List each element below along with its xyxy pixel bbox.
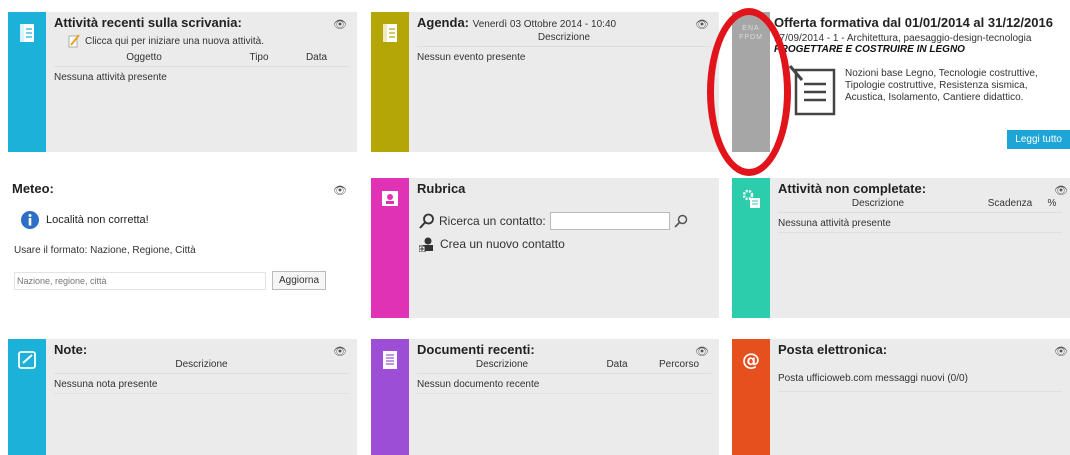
empty-message: Nessuna nota presente	[54, 379, 158, 390]
agenda-title: Agenda:	[417, 15, 469, 30]
column-header-data: Data	[305, 52, 328, 63]
note-icon	[18, 351, 36, 369]
widget-incomplete-activities: Attività non completate: 👁 Descrizione S…	[732, 178, 1070, 318]
widget-color-strip	[371, 339, 409, 455]
new-contact-label: Crea un nuovo contatto	[440, 237, 565, 251]
widget-color-strip	[8, 339, 46, 455]
widget-title: Rubrica	[417, 181, 466, 196]
empty-message: Nessun documento recente	[417, 379, 540, 390]
widget-title: Agenda: Venerdì 03 Ottobre 2014 - 10:40	[417, 15, 711, 30]
widget-title: Attività non completate:	[778, 181, 927, 196]
widget-title: Attività recenti sulla scrivania:	[54, 15, 242, 30]
weather-error: Località non corretta!	[46, 214, 149, 226]
column-header-tipo: Tipo	[249, 52, 269, 63]
widget-title: Posta elettronica:	[778, 342, 888, 357]
widget-title: Meteo:	[12, 181, 54, 196]
column-header-percent: %	[1047, 198, 1057, 209]
weather-format-hint: Usare il formato: Nazione, Regione, Citt…	[14, 245, 196, 256]
read-more-button[interactable]: Leggi tutto	[1007, 130, 1070, 149]
divider	[778, 229, 1062, 233]
widget-training-offer: ENA FPDM Offerta formativa dal 01/01/201…	[732, 12, 1070, 152]
gear-list-icon	[742, 189, 760, 208]
widget-color-strip: @	[732, 339, 770, 455]
email-status[interactable]: Posta ufficioweb.com messaggi nuovi (0/0…	[778, 373, 1062, 384]
widget-email: @ Posta elettronica: 👁 Posta ufficioweb.…	[732, 339, 1070, 455]
table-header: Descrizione	[417, 30, 711, 47]
widget-title: Documenti recenti:	[417, 342, 535, 357]
document-icon	[383, 351, 397, 369]
widget-color-strip: ENA FPDM	[732, 12, 770, 152]
table-header: Descrizione	[54, 357, 349, 374]
course-description: Nozioni base Legno, Tecnologie costrutti…	[845, 68, 1038, 103]
svg-text:@: @	[742, 350, 760, 371]
widget-recent-activities: Attività recenti sulla scrivania: 👁 Clic…	[8, 12, 357, 152]
empty-message: Nessuna attività presente	[54, 72, 167, 83]
widget-color-strip	[371, 178, 409, 318]
contact-card-icon	[382, 191, 398, 206]
new-contact-link[interactable]: Crea un nuovo contatto	[419, 236, 711, 252]
eye-icon[interactable]: 👁	[695, 20, 709, 31]
column-header-descrizione: Descrizione	[175, 359, 228, 370]
info-icon	[21, 211, 39, 229]
widget-color-strip	[732, 178, 770, 318]
widget-notes: Note: 👁 Descrizione Nessuna nota present…	[8, 339, 357, 455]
strip-logo: ENA FPDM	[739, 25, 763, 41]
table-header: Descrizione Scadenza %	[778, 196, 1062, 213]
column-header-scadenza: Scadenza	[987, 198, 1033, 209]
table-header: Descrizione Data Percorso	[417, 357, 711, 374]
widget-address-book: Rubrica Ricerca un contatto: Crea un nuo…	[371, 178, 719, 318]
eye-icon[interactable]: 👁	[1054, 186, 1068, 197]
column-header-data: Data	[606, 359, 628, 370]
eye-icon[interactable]: 👁	[333, 20, 347, 31]
search-contact-label: Ricerca un contatto:	[439, 214, 546, 228]
column-header-descrizione: Descrizione	[537, 32, 591, 43]
document-icon	[383, 24, 397, 42]
widget-color-strip	[371, 12, 409, 152]
widget-agenda: Agenda: Venerdì 03 Ottobre 2014 - 10:40 …	[371, 12, 719, 152]
at-sign-icon: @	[742, 350, 760, 371]
course-date-line: 17/09/2014 - 1 - Architettura, paesaggio…	[774, 33, 1032, 44]
widget-color-strip	[8, 12, 46, 152]
eye-icon[interactable]: 👁	[695, 347, 709, 358]
widget-recent-documents: Documenti recenti: 👁 Descrizione Data Pe…	[371, 339, 719, 455]
search-icon	[419, 213, 434, 229]
agenda-date: Venerdì 03 Ottobre 2014 - 10:40	[472, 19, 617, 30]
new-activity-label: Clicca qui per iniziare una nuova attivi…	[85, 35, 264, 47]
eye-icon[interactable]: 👁	[333, 347, 347, 358]
empty-message: Nessun evento presente	[417, 52, 526, 63]
course-name: PROGETTARE E COSTRUIRE IN LEGNO	[774, 44, 965, 55]
contact-search-input[interactable]	[549, 212, 670, 230]
pencil-note-icon	[68, 34, 80, 48]
widget-title: Note:	[54, 342, 88, 357]
widget-weather: Meteo: 👁 Località non corretta! Usare il…	[8, 178, 357, 318]
search-icon[interactable]	[674, 214, 688, 228]
new-activity-link[interactable]: Clicca qui per iniziare una nuova attivi…	[68, 34, 349, 48]
table-header: Oggetto Tipo Data	[54, 50, 349, 67]
eye-icon[interactable]: 👁	[1054, 347, 1068, 358]
column-header-descrizione: Descrizione	[851, 198, 905, 209]
eye-icon[interactable]: 👁	[333, 186, 347, 197]
location-input[interactable]	[14, 271, 266, 290]
column-header-descrizione: Descrizione	[475, 359, 529, 370]
column-header-oggetto: Oggetto	[126, 52, 162, 63]
divider	[417, 390, 711, 394]
document-icon	[20, 24, 34, 42]
divider	[54, 390, 349, 394]
divider	[778, 384, 1062, 392]
widget-title: Offerta formativa dal 01/01/2014 al 31/1…	[774, 15, 1053, 30]
update-button[interactable]: Aggiorna	[272, 271, 327, 290]
column-header-percorso: Percorso	[658, 359, 699, 370]
add-contact-icon	[419, 237, 433, 252]
document-pen-icon	[788, 65, 836, 116]
empty-message: Nessuna attività presente	[778, 218, 891, 229]
